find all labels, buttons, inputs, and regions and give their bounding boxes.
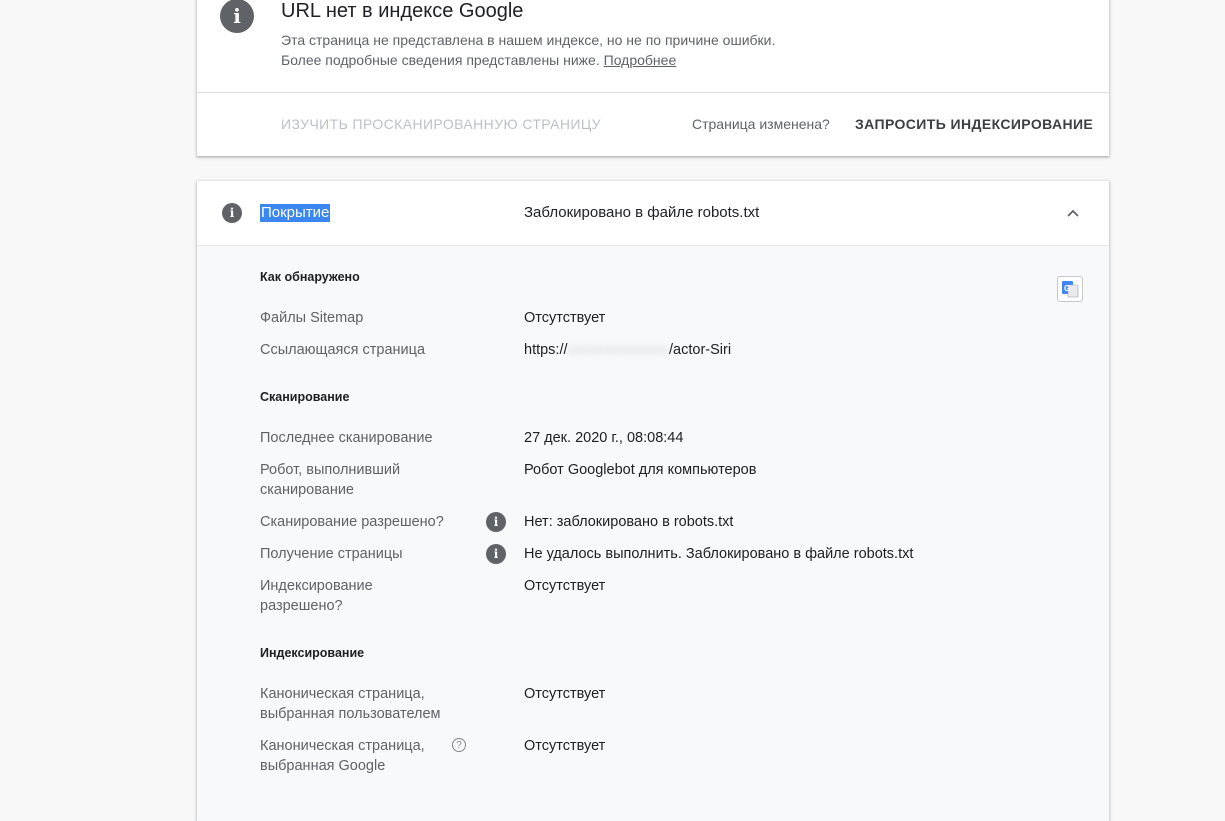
crawled-as-label-line-1: Робот, выполнивший — [260, 462, 401, 478]
coverage-label: Покрытие — [260, 204, 331, 222]
referring-page-suffix: /actor-Siri — [669, 342, 732, 358]
redacted-domain: xxxxxxxxxxxxxx — [567, 342, 670, 358]
index-status-card: i URL нет в индексе Google Эта страница … — [197, 0, 1109, 156]
discovery-section-title: Как обнаружено — [260, 270, 360, 284]
indexing-allowed-label: Индексирование разрешено? — [260, 576, 450, 616]
crawled-as-value: Робот Googlebot для компьютеров — [524, 462, 757, 478]
google-canonical-label-line-2: выбранная Google — [260, 758, 386, 774]
sitemaps-value: Отсутствует — [524, 310, 606, 326]
last-crawl-label: Последнее сканирование — [260, 430, 433, 446]
help-circle-icon[interactable]: ? — [452, 738, 466, 752]
coverage-card: i Покрытие Заблокировано в файле robots.… — [197, 181, 1109, 821]
info-icon: i — [220, 0, 254, 33]
description-line-2-text: Более подробные сведения представлены ни… — [281, 52, 600, 68]
referring-page-label: Ссылающаяся страница — [260, 342, 426, 358]
indexing-allowed-label-line-2: разрешено? — [260, 598, 343, 614]
view-crawled-page-button[interactable]: ИЗУЧИТЬ ПРОСКАНИРОВАННУЮ СТРАНИЦУ — [281, 116, 601, 132]
index-status-description: Эта страница не представлена в нашем инд… — [281, 30, 775, 70]
description-line-1: Эта страница не представлена в нашем инд… — [281, 32, 776, 48]
crawl-allowed-label: Сканирование разрешено? — [260, 514, 444, 530]
referring-page-prefix: https:// — [524, 342, 568, 358]
info-icon[interactable]: i — [486, 544, 506, 564]
coverage-status: Заблокировано в файле robots.txt — [524, 204, 760, 221]
description-line-2: Более подробные сведения представлены ни… — [281, 50, 775, 70]
sitemaps-label: Файлы Sitemap — [260, 310, 364, 326]
referring-page-value[interactable]: https://xxxxxxxxxxxxxx/actor-Siri — [524, 340, 731, 360]
google-canonical-value: Отсутствует — [524, 738, 606, 754]
chevron-up-icon[interactable] — [1065, 205, 1081, 221]
coverage-header[interactable]: i Покрытие Заблокировано в файле robots.… — [197, 181, 1109, 246]
indexing-section-title: Индексирование — [260, 646, 365, 660]
google-canonical-label-line-1: Каноническая страница, — [260, 738, 425, 754]
info-icon: i — [222, 203, 242, 223]
info-icon[interactable]: i — [486, 512, 506, 532]
crawl-allowed-value: Нет: заблокировано в robots.txt — [524, 514, 734, 530]
request-indexing-button[interactable]: ЗАПРОСИТЬ ИНДЕКСИРОВАНИЕ — [855, 116, 1093, 132]
google-translate-icon[interactable]: G — [1057, 276, 1083, 302]
crawled-as-label-line-2: сканирование — [260, 482, 354, 498]
indexing-allowed-label-line-1: Индексирование — [260, 578, 373, 594]
page-fetch-label: Получение страницы — [260, 546, 403, 562]
svg-text:G: G — [1064, 284, 1070, 293]
more-info-link[interactable]: Подробнее — [604, 52, 677, 68]
user-canonical-label-line-2: выбранная пользователем — [260, 706, 441, 722]
user-canonical-value: Отсутствует — [524, 686, 606, 702]
crawl-section-title: Сканирование — [260, 390, 350, 404]
page-fetch-value: Не удалось выполнить. Заблокировано в фа… — [524, 546, 914, 562]
user-canonical-label-line-1: Каноническая страница, — [260, 686, 425, 702]
divider — [197, 92, 1109, 93]
google-canonical-label: Каноническая страница, выбранная Google — [260, 736, 450, 776]
last-crawl-value: 27 дек. 2020 г., 08:08:44 — [524, 430, 684, 446]
page-changed-text: Страница изменена? — [692, 116, 830, 132]
index-status-title: URL нет в индексе Google — [281, 0, 524, 22]
user-canonical-label: Каноническая страница, выбранная пользов… — [260, 684, 450, 724]
crawled-as-label: Робот, выполнивший сканирование — [260, 460, 450, 500]
indexing-allowed-value: Отсутствует — [524, 578, 606, 594]
